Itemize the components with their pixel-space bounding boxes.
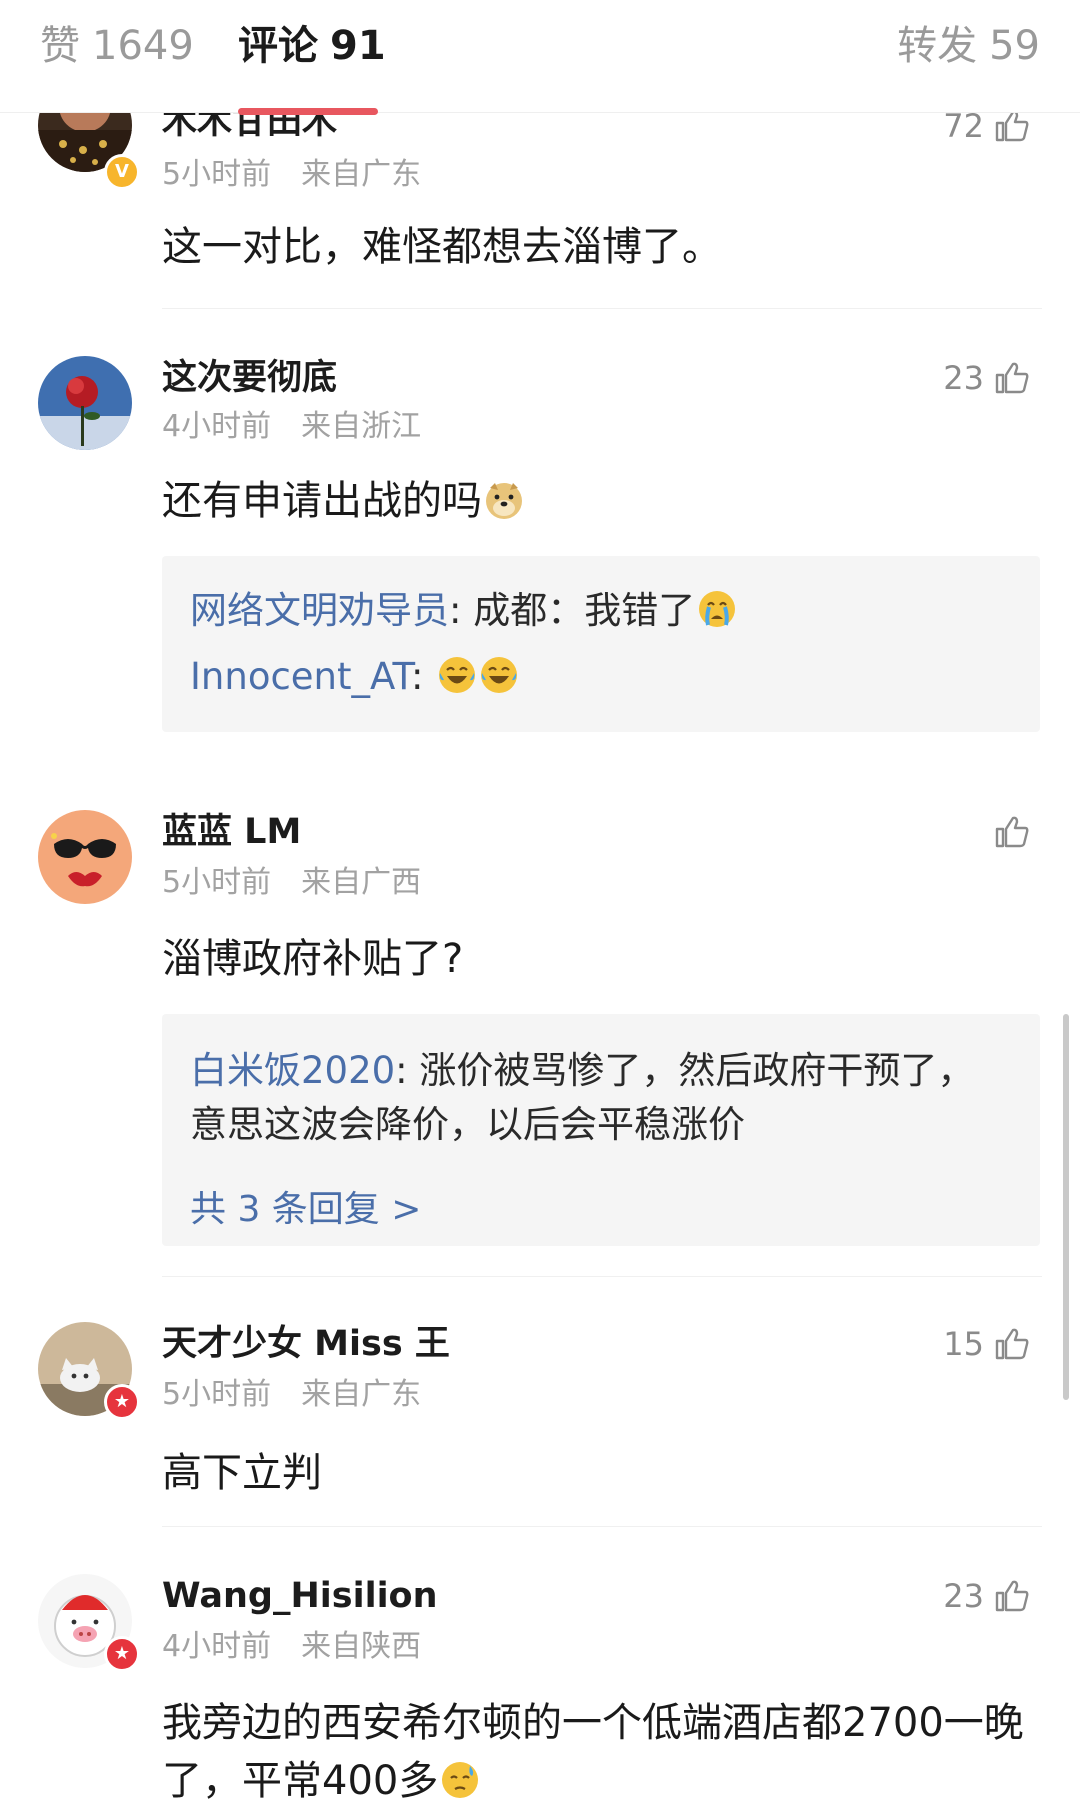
reply-username[interactable]: Innocent_AT (190, 655, 411, 698)
verified-badge-icon: V (104, 154, 140, 190)
comment-text: 淄博政府补贴了? (162, 936, 464, 982)
comment-meta: 5小时前 来自广西 (162, 864, 421, 902)
comment-username[interactable]: 这次要彻底 (162, 356, 337, 400)
comment-time: 4小时前 (162, 409, 272, 444)
laughing-tears-emoji-icon (481, 657, 518, 693)
comment-list: V 木木甘田木 5小时前 来自广东 72 这一对比，难怪都想去淄博了。 这次要彻底… (0, 0, 1080, 1818)
reply-box[interactable]: 网络文明劝导员: 成都：我错了 Innocent_AT: (162, 556, 1040, 732)
thumbs-up-icon (995, 110, 1029, 142)
like-count: 15 (943, 1325, 984, 1363)
tab-likes[interactable]: 赞 1649 (40, 22, 194, 70)
star-badge-icon: ★ (104, 1384, 140, 1420)
comment-text: 我旁边的西安希尔顿的一个低端酒店都2700一晚了，平常400多 (162, 1700, 1024, 1804)
tab-reposts-label: 转发 (897, 23, 978, 69)
reply-item[interactable]: 网络文明劝导员: 成都：我错了 (190, 584, 1010, 638)
comment-location: 来自广东 (301, 157, 422, 192)
comment-username[interactable]: Wang_Hisilion (162, 1574, 438, 1618)
comment-meta: 4小时前 来自浙江 (162, 408, 421, 446)
comment-time: 5小时前 (162, 157, 272, 192)
thumbs-up-icon (995, 362, 1029, 394)
cold-sweat-emoji-icon (442, 1762, 479, 1798)
thumbs-up-icon (995, 1328, 1029, 1360)
crying-emoji-icon (699, 591, 736, 627)
doge-emoji-icon (486, 483, 522, 519)
comment-location: 来自陕西 (301, 1629, 422, 1664)
like-button[interactable]: 23 (943, 356, 1030, 400)
reply-box[interactable]: 白米饭2020: 涨价被骂惨了，然后政府干预了，意思这波会降价，以后会平稳涨价 … (162, 1014, 1040, 1246)
tab-reposts[interactable]: 转发 59 (897, 22, 1040, 70)
divider (162, 308, 1042, 309)
thumbs-up-icon (995, 816, 1029, 848)
laughing-tears-emoji-icon (439, 657, 476, 693)
like-button[interactable] (984, 810, 1030, 854)
reply-username[interactable]: 白米饭2020 (190, 1049, 395, 1092)
comment-text: 还有申请出战的吗 (162, 472, 1042, 530)
reply-item[interactable]: 白米饭2020: 涨价被骂惨了，然后政府干预了，意思这波会降价，以后会平稳涨价 (190, 1044, 1010, 1152)
avatar[interactable] (38, 810, 132, 904)
reply-text: : 成都：我错了 (449, 589, 696, 632)
comment-username[interactable]: 蓝蓝 LM (162, 810, 301, 854)
comment-tabs-bar: 赞 1649 评论 91 转发 59 (0, 0, 1080, 115)
tab-reposts-count: 59 (989, 23, 1040, 69)
avatar[interactable] (38, 356, 132, 450)
comment-time: 5小时前 (162, 1377, 272, 1412)
star-badge-icon: ★ (104, 1636, 140, 1672)
comment-location: 来自浙江 (301, 409, 422, 444)
comment-username[interactable]: 天才少女 Miss 王 (162, 1322, 450, 1366)
tab-comments[interactable]: 评论 91 (238, 22, 386, 70)
comment-location: 来自广西 (301, 865, 422, 900)
tab-likes-count: 1649 (92, 23, 194, 69)
reply-username[interactable]: 网络文明劝导员 (190, 589, 449, 632)
reply-item[interactable]: Innocent_AT: (190, 650, 1010, 704)
reply-text: : (411, 655, 436, 698)
view-all-replies-link[interactable]: 共 3 条回复 > (190, 1180, 421, 1232)
comment-text: 这一对比，难怪都想去淄博了。 (162, 224, 722, 270)
tab-likes-label: 赞 (40, 23, 80, 69)
like-button[interactable]: 15 (943, 1322, 1030, 1366)
comment-location: 来自广东 (301, 1377, 422, 1412)
divider (162, 1526, 1042, 1527)
like-button[interactable]: 23 (943, 1574, 1030, 1618)
comment-meta: 4小时前 来自陕西 (162, 1628, 421, 1666)
comment-time: 4小时前 (162, 1629, 272, 1664)
comment-text: 高下立判 (162, 1450, 322, 1496)
thumbs-up-icon (995, 1580, 1029, 1612)
comment-time: 5小时前 (162, 865, 272, 900)
comment-meta: 5小时前 来自广东 (162, 156, 421, 194)
active-tab-indicator (238, 108, 378, 115)
like-count: 23 (943, 1577, 984, 1615)
like-count: 23 (943, 359, 984, 397)
tab-comments-count: 91 (330, 23, 386, 69)
comment-meta: 5小时前 来自广东 (162, 1376, 421, 1414)
tab-comments-label: 评论 (238, 23, 318, 69)
divider (162, 1276, 1042, 1277)
scrollbar[interactable] (1063, 1014, 1069, 1400)
